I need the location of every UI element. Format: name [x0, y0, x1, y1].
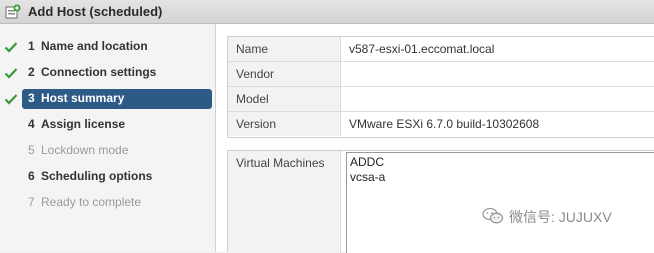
watermark-text: 微信号: JUJUXV: [509, 209, 612, 225]
virtual-machines-section: Virtual Machines ADDC vcsa-a: [227, 150, 654, 253]
step-ready-to-complete: 7 Ready to complete: [0, 193, 216, 213]
row-key: Vendor: [228, 62, 341, 86]
check-icon: [4, 94, 18, 105]
wechat-icon: [482, 207, 504, 224]
step-number: 1: [28, 39, 35, 53]
step-number: 5: [28, 143, 35, 157]
summary-row-name: Name v587-esxi-01.eccomat.local: [228, 37, 654, 62]
row-key: Name: [228, 37, 341, 61]
step-connection-settings[interactable]: 2 Connection settings: [0, 63, 216, 83]
check-icon: [4, 68, 18, 79]
step-number: 7: [28, 195, 35, 209]
step-number: 4: [28, 117, 35, 131]
virtual-machines-label: Virtual Machines: [228, 151, 341, 253]
title-bar: Add Host (scheduled): [0, 0, 654, 24]
host-summary-table: Name v587-esxi-01.eccomat.local Vendor M…: [227, 36, 654, 138]
summary-row-version: Version VMware ESXi 6.7.0 build-10302608: [228, 112, 654, 137]
step-label: Name and location: [41, 39, 148, 53]
step-number: 3: [28, 91, 35, 105]
row-value: VMware ESXi 6.7.0 build-10302608: [349, 117, 540, 131]
row-value: v587-esxi-01.eccomat.local: [349, 42, 495, 56]
add-host-icon: [5, 4, 21, 19]
step-label: Ready to complete: [41, 195, 142, 209]
step-lockdown-mode: 5 Lockdown mode: [0, 141, 216, 161]
check-icon: [4, 42, 18, 53]
summary-row-model: Model: [228, 87, 654, 112]
list-item[interactable]: ADDC: [350, 155, 654, 170]
summary-row-vendor: Vendor: [228, 62, 654, 87]
step-name-and-location[interactable]: 1 Name and location: [0, 37, 216, 57]
step-label: Scheduling options: [41, 169, 153, 183]
step-host-summary[interactable]: 3 Host summary: [0, 89, 216, 109]
step-label: Assign license: [41, 117, 126, 131]
step-label: Host summary: [41, 91, 125, 105]
step-label: Lockdown mode: [41, 143, 129, 157]
list-item[interactable]: vcsa-a: [350, 170, 654, 185]
step-assign-license[interactable]: 4 Assign license: [0, 115, 216, 135]
step-scheduling-options[interactable]: 6 Scheduling options: [0, 167, 216, 187]
window-title: Add Host (scheduled): [28, 4, 163, 19]
row-key: Model: [228, 87, 341, 111]
virtual-machines-list[interactable]: ADDC vcsa-a: [346, 152, 654, 253]
wizard-steps: 1 Name and location 2 Connection setting…: [0, 24, 216, 252]
step-number: 2: [28, 65, 35, 79]
row-key: Version: [228, 112, 341, 136]
step-number: 6: [28, 169, 35, 183]
step-label: Connection settings: [41, 65, 157, 79]
